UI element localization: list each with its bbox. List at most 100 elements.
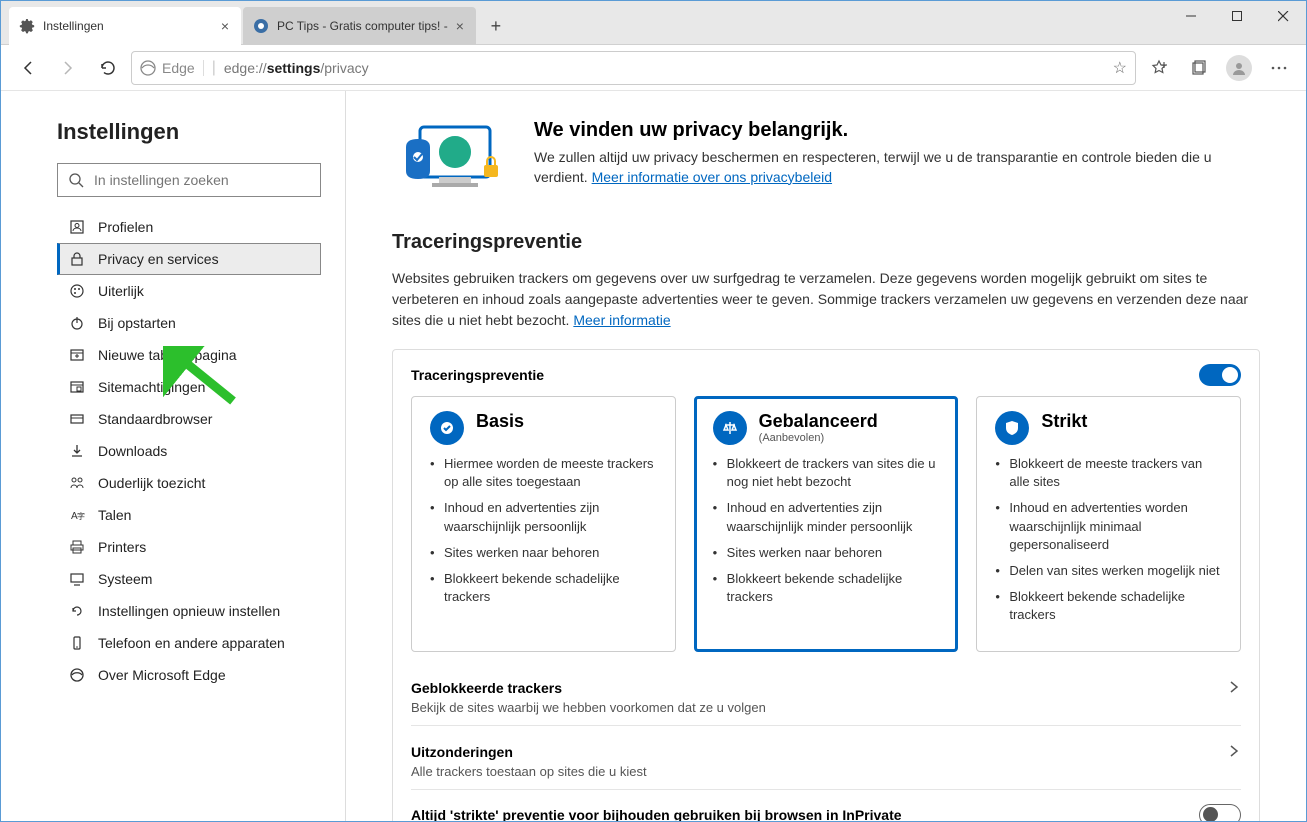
back-button[interactable] <box>11 51 45 85</box>
sidebar-item-standaard[interactable]: Standaardbrowser <box>57 403 321 435</box>
sidebar-item-over[interactable]: Over Microsoft Edge <box>57 659 321 691</box>
tracking-section-title: Traceringspreventie <box>392 231 1260 254</box>
printers-icon <box>68 539 86 555</box>
close-icon[interactable]: × <box>456 18 464 34</box>
nieuwtab-icon <box>68 347 86 363</box>
profile-avatar[interactable] <box>1222 51 1256 85</box>
collections-icon[interactable] <box>1182 51 1216 85</box>
sidebar-item-label: Ouderlijk toezicht <box>98 475 205 491</box>
favorites-icon[interactable] <box>1142 51 1176 85</box>
sidebar-item-label: Instellingen opnieuw instellen <box>98 603 280 619</box>
minimize-button[interactable] <box>1168 1 1214 31</box>
tracking-option-basis[interactable]: BasisHiermee worden de meeste trackers o… <box>411 396 676 652</box>
search-input[interactable] <box>94 172 310 188</box>
sidebar-item-label: Sitemachtigingen <box>98 379 205 395</box>
blocked-trackers-link[interactable]: Geblokkeerde trackers Bekijk de sites wa… <box>411 668 1241 719</box>
exceptions-link[interactable]: Uitzonderingen Alle trackers toestaan op… <box>411 732 1241 783</box>
sidebar-item-label: Printers <box>98 539 146 555</box>
sidebar-item-downloads[interactable]: Downloads <box>57 435 321 467</box>
sidebar-item-label: Profielen <box>98 219 153 235</box>
sidebar-item-label: Standaardbrowser <box>98 411 212 427</box>
forward-button[interactable] <box>51 51 85 85</box>
strict-inprivate-toggle[interactable] <box>1199 804 1241 822</box>
uiterlijk-icon <box>68 283 86 299</box>
standaard-icon <box>68 411 86 427</box>
sidebar-item-label: Bij opstarten <box>98 315 176 331</box>
bullet: Hiermee worden de meeste trackers op all… <box>430 455 657 491</box>
bullet: Blokkeert de trackers van sites die u no… <box>713 455 940 491</box>
edge-logo-label: Edge <box>140 60 204 76</box>
tracking-option-strikt[interactable]: StriktBlokkeert de meeste trackers van a… <box>976 396 1241 652</box>
sidebar-title: Instellingen <box>57 119 345 145</box>
sidebar-item-label: Nieuwe tabbladpagina <box>98 347 237 363</box>
ouderlijk-icon <box>68 475 86 491</box>
search-icon <box>68 172 84 188</box>
maximize-button[interactable] <box>1214 1 1260 31</box>
bullet: Blokkeert de meeste trackers van alle si… <box>995 455 1222 491</box>
sidebar-item-systeem[interactable]: Systeem <box>57 563 321 595</box>
hero-title: We vinden uw privacy belangrijk. <box>534 119 1260 142</box>
bullet: Sites werken naar behoren <box>713 544 940 562</box>
settings-search[interactable] <box>57 163 321 197</box>
tab-settings[interactable]: Instellingen × <box>9 7 241 45</box>
basis-icon <box>430 411 464 445</box>
sidebar-item-uiterlijk[interactable]: Uiterlijk <box>57 275 321 307</box>
sidebar-item-label: Talen <box>98 507 131 523</box>
bullet: Blokkeert bekende schadelijke trackers <box>995 588 1222 624</box>
sidebar-item-privacy[interactable]: Privacy en services <box>57 243 321 275</box>
window-controls <box>1168 1 1306 31</box>
hero-desc: We zullen altijd uw privacy beschermen e… <box>534 148 1260 187</box>
tracking-toggle[interactable] <box>1199 364 1241 386</box>
address-bar[interactable]: Edge | edge://settings/privacy ☆ <box>131 51 1136 85</box>
svg-text:字: 字 <box>77 511 85 521</box>
tracking-more-link[interactable]: Meer informatie <box>573 312 670 328</box>
sidebar-item-sitemacht[interactable]: Sitemachtigingen <box>57 371 321 403</box>
privacy-policy-link[interactable]: Meer informatie over ons privacybeleid <box>592 169 832 185</box>
favorite-star-icon[interactable]: ☆ <box>1113 58 1127 78</box>
chevron-right-icon <box>1227 744 1241 758</box>
sidebar-item-telefoon[interactable]: Telefoon en andere apparaten <box>57 627 321 659</box>
close-icon[interactable]: × <box>221 18 229 34</box>
gear-icon <box>19 18 35 34</box>
bullet: Blokkeert bekende schadelijke trackers <box>713 570 940 606</box>
sidebar-item-talen[interactable]: A字Talen <box>57 499 321 531</box>
sidebar-item-nieuwtab[interactable]: Nieuwe tabbladpagina <box>57 339 321 371</box>
bullet: Inhoud en advertenties worden waarschijn… <box>995 499 1222 554</box>
bullet: Inhoud en advertenties zijn waarschijnli… <box>713 499 940 535</box>
sidebar-item-label: Telefoon en andere apparaten <box>98 635 285 651</box>
privacy-hero: We vinden uw privacy belangrijk. We zull… <box>392 119 1260 201</box>
sitemacht-icon <box>68 379 86 395</box>
new-tab-button[interactable]: + <box>482 12 510 40</box>
titlebar: Instellingen × PC Tips - Gratis computer… <box>1 1 1306 45</box>
sidebar-item-label: Over Microsoft Edge <box>98 667 226 683</box>
strikt-icon <box>995 411 1029 445</box>
refresh-button[interactable] <box>91 51 125 85</box>
tab-label: Instellingen <box>43 19 104 33</box>
tracking-option-gebalanceerd[interactable]: Gebalanceerd(Aanbevolen)Blokkeert de tra… <box>694 396 959 652</box>
tracking-section-desc: Websites gebruiken trackers om gegevens … <box>392 268 1260 331</box>
opstarten-icon <box>68 315 86 331</box>
bullet: Delen van sites werken mogelijk niet <box>995 562 1222 580</box>
close-window-button[interactable] <box>1260 1 1306 31</box>
sidebar-item-ouderlijk[interactable]: Ouderlijk toezicht <box>57 467 321 499</box>
sidebar-item-reset[interactable]: Instellingen opnieuw instellen <box>57 595 321 627</box>
tab-pctips[interactable]: PC Tips - Gratis computer tips! - × <box>243 7 476 45</box>
tracking-card-title: Traceringspreventie <box>411 367 544 383</box>
tabs: Instellingen × PC Tips - Gratis computer… <box>1 1 510 44</box>
telefoon-icon <box>68 635 86 651</box>
url-separator: | <box>212 59 216 77</box>
sidebar-item-profielen[interactable]: Profielen <box>57 211 321 243</box>
systeem-icon <box>68 571 86 587</box>
gebalanceerd-icon <box>713 411 747 445</box>
more-menu-icon[interactable] <box>1262 51 1296 85</box>
over-icon <box>68 667 86 683</box>
sidebar-item-opstarten[interactable]: Bij opstarten <box>57 307 321 339</box>
sidebar-item-label: Systeem <box>98 571 152 587</box>
sidebar-item-printers[interactable]: Printers <box>57 531 321 563</box>
tracking-card: Traceringspreventie BasisHiermee worden … <box>392 349 1260 821</box>
url: edge://settings/privacy <box>224 60 1105 76</box>
sidebar-item-label: Downloads <box>98 443 167 459</box>
sidebar-item-label: Uiterlijk <box>98 283 144 299</box>
strict-inprivate-row: Altijd 'strikte' preventie voor bijhoude… <box>411 796 1241 822</box>
toolbar: Edge | edge://settings/privacy ☆ <box>1 45 1306 91</box>
